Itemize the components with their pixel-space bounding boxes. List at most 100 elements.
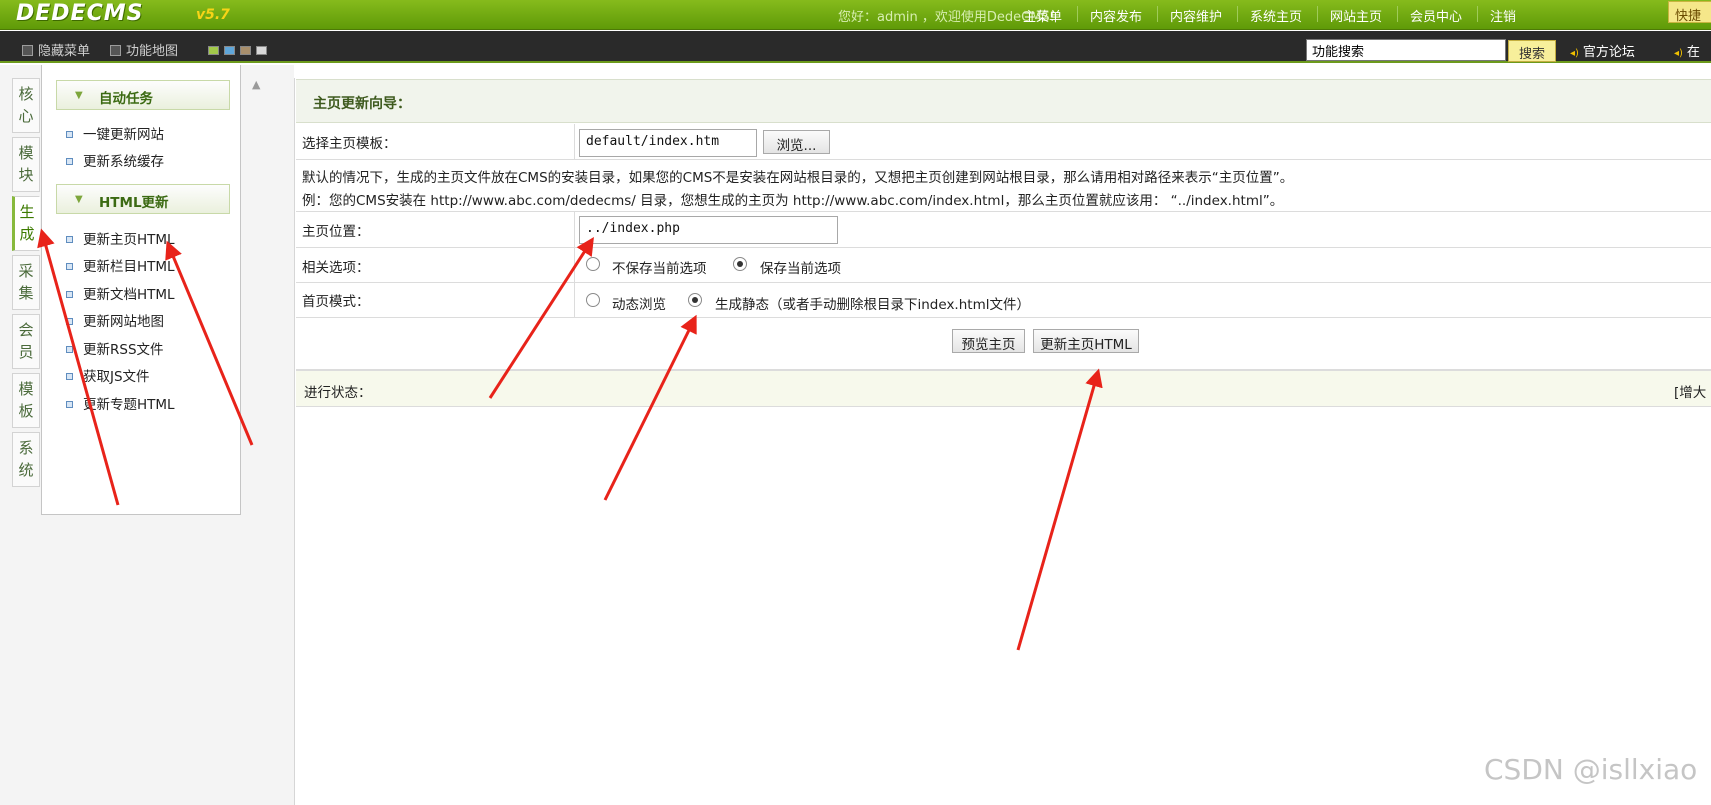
bullet-icon [66,373,73,380]
menu-item-update-sitemap[interactable]: 更新网站地图 [66,310,164,330]
version-label: v5.7 [196,7,230,23]
menu-item-update-cache[interactable]: 更新系统缓存 [66,150,164,170]
nav-content-maintain[interactable]: 内容维护 [1170,6,1222,25]
function-map-button[interactable]: 功能地图 [110,40,178,59]
skin-swatch-gray[interactable] [256,46,267,55]
menu-item-update-topics[interactable]: 更新专题HTML [66,393,175,413]
tab-system-label: 系统 [18,439,34,479]
chevron-down-icon: ▼ [75,90,83,101]
forum-label: 官方论坛 [1582,45,1635,60]
skin-swatch-blue[interactable] [224,46,235,55]
radio-dynamic-label: 动态浏览 [612,297,666,313]
nav-separator [1397,6,1398,22]
position-label: 主页位置： [302,224,370,240]
template-input[interactable]: default/index.htm [579,129,757,157]
tab-modules[interactable]: 模块 [12,137,40,192]
tab-members[interactable]: 会员 [12,314,40,369]
tab-modules-label: 模块 [18,144,34,184]
section-title: 自动任务 [99,91,153,107]
radio-save-label: 保存当前选项 [760,261,841,277]
hide-menu-button[interactable]: 隐藏菜单 [22,40,90,59]
tab-generate-label: 生成 [19,203,35,243]
bullet-icon [66,263,73,270]
function-map-label: 功能地图 [126,44,179,59]
browse-button[interactable]: 浏览... [763,130,830,154]
radio-dynamic[interactable] [586,293,600,307]
menu-section-auto-tasks[interactable]: ▼ 自动任务 [56,80,230,110]
enlarge-link[interactable]: [增大 [1674,381,1706,401]
position-row: 主页位置： ../index.php [296,212,1711,248]
template-row: 选择主页模板： default/index.htm 浏览... [296,124,1711,160]
preview-homepage-button[interactable]: 预览主页 [952,329,1025,353]
tab-system[interactable]: 系统 [12,432,40,487]
menu-item-get-js[interactable]: 获取JS文件 [66,365,150,385]
bullet-icon [66,131,73,138]
bullet-icon [66,291,73,298]
speaker-icon: ◂) [1570,48,1579,59]
skin-swatch-green[interactable] [208,46,219,55]
menu-item-one-click-update[interactable]: 一键更新网站 [66,123,164,143]
options-row: 相关选项： 不保存当前选项 保存当前选项 [296,248,1711,283]
template-label: 选择主页模板： [302,136,397,152]
tab-collect-label: 采集 [18,262,34,302]
official-forum-link[interactable]: ◂) 官方论坛 [1570,41,1635,60]
nav-content-publish[interactable]: 内容发布 [1090,6,1142,25]
search-button[interactable]: 搜索 [1508,40,1556,62]
mode-row: 首页模式： 动态浏览 生成静态（或者手动删除根目录下index.html文件） [296,283,1711,318]
main-content: 主页更新向导： 选择主页模板： default/index.htm 浏览... … [294,78,1711,805]
column-divider [574,248,575,282]
options-label: 相关选项： [302,260,370,276]
next-label: 在 [1686,45,1700,60]
tab-generate[interactable]: 生成 [12,196,40,251]
nav-system-home[interactable]: 系统主页 [1250,6,1302,25]
tab-members-label: 会员 [18,321,34,361]
dedecms-logo: DEDECMS [16,1,144,26]
nav-website-home[interactable]: 网站主页 [1330,6,1382,25]
section-title: HTML更新 [99,195,169,211]
speaker-icon: ◂) [1674,48,1683,59]
menu-item-update-documents[interactable]: 更新文档HTML [66,283,175,303]
status-label: 进行状态： [304,385,372,401]
column-divider [574,283,575,317]
radio-static-label: 生成静态（或者手动删除根目录下index.html文件） [715,297,1030,313]
menu-section-html-update[interactable]: ▼ HTML更新 [56,184,230,214]
tab-templates[interactable]: 模板 [12,373,40,428]
menu-item-update-homepage[interactable]: 更新主页HTML [66,228,175,248]
menu-item-label: 一键更新网站 [83,127,164,143]
hide-menu-label: 隐藏菜单 [38,44,91,59]
note-line-2: 例：您的CMS安装在 http://www.abc.com/dedecms/ 目… [302,193,1284,209]
position-input[interactable]: ../index.php [579,216,838,244]
frame-divider [250,65,294,805]
nav-member-center[interactable]: 会员中心 [1410,6,1462,25]
nav-logout[interactable]: 注销 [1490,6,1516,25]
menu-item-label: 获取JS文件 [83,369,150,385]
watermark: CSDN @isllxiao [1484,753,1698,786]
next-link[interactable]: ◂) 在 [1674,41,1700,60]
radio-no-save[interactable] [586,257,600,271]
update-homepage-html-button[interactable]: 更新主页HTML [1033,329,1139,353]
bullet-icon [66,318,73,325]
radio-save[interactable] [733,257,747,271]
tab-core[interactable]: 核心 [12,78,40,133]
progress-status-row: 进行状态： [增大 [296,370,1711,407]
top-header: DEDECMS v5.7 您好：admin ，欢迎使用DedeCMS! 主菜单 … [0,0,1711,30]
menu-item-label: 更新专题HTML [83,397,175,413]
scroll-up-arrow-icon[interactable]: ▲ [252,78,264,91]
quick-menu-button[interactable]: 快捷 [1668,1,1711,24]
tab-collect[interactable]: 采集 [12,255,40,310]
menu-item-label: 更新系统缓存 [83,154,164,170]
radio-static[interactable] [688,293,702,307]
nav-main-menu[interactable]: 主菜单 [1023,6,1062,25]
note-line-1: 默认的情况下，生成的主页文件放在CMS的安装目录，如果您的CMS不是安装在网站根… [302,170,1294,186]
tab-core-label: 核心 [18,85,34,125]
function-search-input[interactable] [1306,39,1506,61]
grid-icon [110,45,121,56]
menu-item-label: 更新文档HTML [83,287,175,303]
panel-icon [22,45,33,56]
menu-item-update-rss[interactable]: 更新RSS文件 [66,338,164,358]
menu-item-update-columns[interactable]: 更新栏目HTML [66,255,175,275]
skin-swatch-brown[interactable] [240,46,251,55]
action-row: 预览主页 更新主页HTML [296,318,1711,370]
column-divider [574,124,575,159]
menu-item-label: 更新栏目HTML [83,259,175,275]
